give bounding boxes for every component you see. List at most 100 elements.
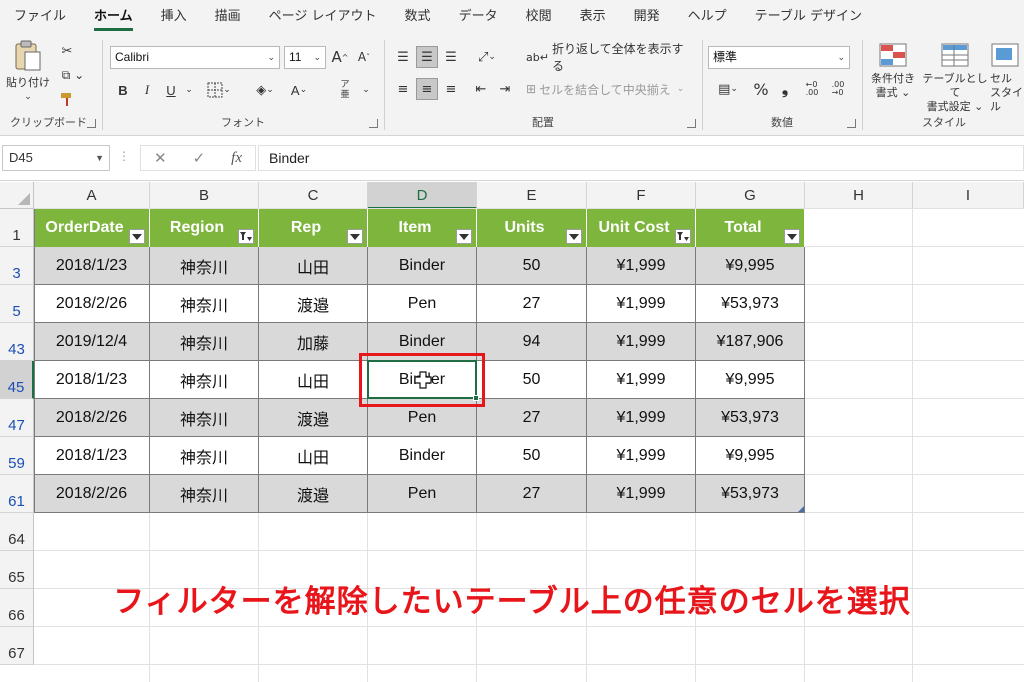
- insert-function-icon[interactable]: fx: [231, 150, 242, 167]
- table-cell[interactable]: ¥1,999: [587, 437, 696, 475]
- table-cell[interactable]: 2018/2/26: [34, 399, 150, 437]
- ribbon-tab-4[interactable]: ページ レイアウト: [255, 0, 391, 34]
- table-cell[interactable]: 神奈川: [150, 399, 259, 437]
- table-cell[interactable]: 山田: [259, 361, 368, 399]
- ribbon-tab-1[interactable]: ホーム: [80, 0, 147, 34]
- phonetic-dropdown-icon[interactable]: ⌄: [360, 79, 372, 101]
- table-cell[interactable]: 渡邉: [259, 285, 368, 323]
- font-launcher-icon[interactable]: [369, 119, 378, 128]
- table-cell[interactable]: 神奈川: [150, 323, 259, 361]
- percent-button[interactable]: %: [750, 78, 772, 100]
- table-cell[interactable]: 2018/2/26: [34, 285, 150, 323]
- ribbon-tab-10[interactable]: ヘルプ: [674, 0, 741, 34]
- wrap-text-button[interactable]: ab↵ 折り返して全体を表示する: [526, 42, 686, 73]
- table-cell[interactable]: 94: [477, 323, 587, 361]
- shrink-font-button[interactable]: Aˇ: [354, 46, 374, 68]
- clipboard-launcher-icon[interactable]: [87, 119, 96, 128]
- row-header-61[interactable]: 61: [0, 475, 34, 513]
- align-bottom-icon[interactable]: ☰: [440, 46, 462, 68]
- row-header-5[interactable]: 5: [0, 285, 34, 323]
- table-cell[interactable]: 2018/1/23: [34, 437, 150, 475]
- row-header-43[interactable]: 43: [0, 323, 34, 361]
- column-header-c[interactable]: C: [259, 182, 368, 209]
- filter-dropdown-button[interactable]: [566, 229, 582, 244]
- row-header-59[interactable]: 59: [0, 437, 34, 475]
- ribbon-tab-0[interactable]: ファイル: [0, 0, 80, 34]
- currency-format-button[interactable]: ▤ ⌄: [710, 78, 746, 100]
- orientation-button[interactable]: ⤢ ⌄: [470, 46, 504, 68]
- table-cell[interactable]: ¥1,999: [587, 361, 696, 399]
- bold-button[interactable]: B: [112, 79, 134, 101]
- table-cell[interactable]: 神奈川: [150, 361, 259, 399]
- row-header-67[interactable]: 67: [0, 627, 34, 665]
- drag-handle-icon[interactable]: ⋮: [118, 149, 130, 163]
- table-cell[interactable]: 50: [477, 247, 587, 285]
- ribbon-tab-2[interactable]: 挿入: [147, 0, 201, 34]
- underline-dropdown-icon[interactable]: ⌄: [182, 79, 196, 101]
- format-as-table-button[interactable]: テーブルとして 書式設定 ⌄: [920, 42, 990, 114]
- alignment-launcher-icon[interactable]: [687, 119, 696, 128]
- table-cell[interactable]: ¥9,995: [696, 361, 805, 399]
- paste-dropdown-icon[interactable]: ⌄: [6, 90, 50, 104]
- filter-dropdown-button[interactable]: [456, 229, 472, 244]
- cancel-icon[interactable]: ✕: [154, 149, 167, 167]
- table-cell[interactable]: 神奈川: [150, 475, 259, 513]
- grow-font-button[interactable]: A ^: [330, 46, 350, 68]
- column-header-d[interactable]: D: [368, 182, 477, 209]
- table-cell[interactable]: Pen: [368, 475, 477, 513]
- table-cell[interactable]: ¥1,999: [587, 323, 696, 361]
- table-cell[interactable]: 渡邉: [259, 399, 368, 437]
- paste-button[interactable]: 貼り付け ⌄: [6, 40, 50, 104]
- conditional-formatting-button[interactable]: 条件付き 書式 ⌄: [866, 42, 920, 100]
- column-header-i[interactable]: I: [913, 182, 1024, 209]
- table-cell[interactable]: ¥53,973: [696, 399, 805, 437]
- underline-button[interactable]: U: [160, 79, 182, 101]
- table-cell[interactable]: 神奈川: [150, 437, 259, 475]
- table-cell[interactable]: 2019/12/4: [34, 323, 150, 361]
- table-cell[interactable]: 山田: [259, 437, 368, 475]
- column-header-f[interactable]: F: [587, 182, 696, 209]
- increase-decimal-icon[interactable]: ←0.00: [800, 78, 824, 100]
- decrease-indent-icon[interactable]: ⇤: [470, 78, 492, 100]
- filter-applied-button[interactable]: [238, 229, 254, 244]
- table-cell[interactable]: ¥9,995: [696, 247, 805, 285]
- column-header-a[interactable]: A: [34, 182, 150, 209]
- column-header-h[interactable]: H: [805, 182, 913, 209]
- select-all-button[interactable]: [0, 182, 34, 209]
- table-cell[interactable]: 2018/2/26: [34, 475, 150, 513]
- font-name-select[interactable]: Calibri ⌄: [110, 46, 280, 69]
- filter-applied-button[interactable]: [675, 229, 691, 244]
- ribbon-tab-9[interactable]: 開発: [620, 0, 674, 34]
- row-header-3[interactable]: 3: [0, 247, 34, 285]
- table-cell[interactable]: ¥1,999: [587, 399, 696, 437]
- number-format-select[interactable]: 標準 ⌄: [708, 46, 850, 69]
- ribbon-tab-11[interactable]: テーブル デザイン: [741, 0, 876, 34]
- italic-button[interactable]: I: [136, 79, 158, 101]
- table-cell[interactable]: ¥9,995: [696, 437, 805, 475]
- comma-style-button[interactable]: ❟: [774, 78, 796, 100]
- filter-dropdown-button[interactable]: [129, 229, 145, 244]
- table-cell[interactable]: 渡邉: [259, 475, 368, 513]
- ribbon-tab-7[interactable]: 校閲: [512, 0, 566, 34]
- font-size-select[interactable]: 11 ⌄: [284, 46, 326, 69]
- filter-dropdown-button[interactable]: [784, 229, 800, 244]
- filter-dropdown-button[interactable]: [347, 229, 363, 244]
- align-right-icon[interactable]: ≡: [440, 78, 462, 100]
- table-cell[interactable]: ¥187,906: [696, 323, 805, 361]
- ribbon-tab-3[interactable]: 描画: [201, 0, 255, 34]
- table-cell[interactable]: 27: [477, 285, 587, 323]
- table-cell[interactable]: 27: [477, 399, 587, 437]
- table-cell[interactable]: Binder: [368, 247, 477, 285]
- ribbon-tab-5[interactable]: 数式: [391, 0, 445, 34]
- table-cell[interactable]: 神奈川: [150, 247, 259, 285]
- decrease-decimal-icon[interactable]: .00 →0: [826, 78, 850, 100]
- fill-color-button[interactable]: ◈ ⌄: [250, 79, 280, 101]
- format-painter-icon[interactable]: [58, 90, 76, 108]
- column-header-b[interactable]: B: [150, 182, 259, 209]
- row-header-45[interactable]: 45: [0, 361, 34, 399]
- borders-button[interactable]: ⌄: [204, 79, 234, 101]
- enter-icon[interactable]: ✓: [193, 149, 206, 167]
- column-header-g[interactable]: G: [696, 182, 805, 209]
- table-cell[interactable]: 27: [477, 475, 587, 513]
- table-cell[interactable]: ¥53,973: [696, 475, 805, 513]
